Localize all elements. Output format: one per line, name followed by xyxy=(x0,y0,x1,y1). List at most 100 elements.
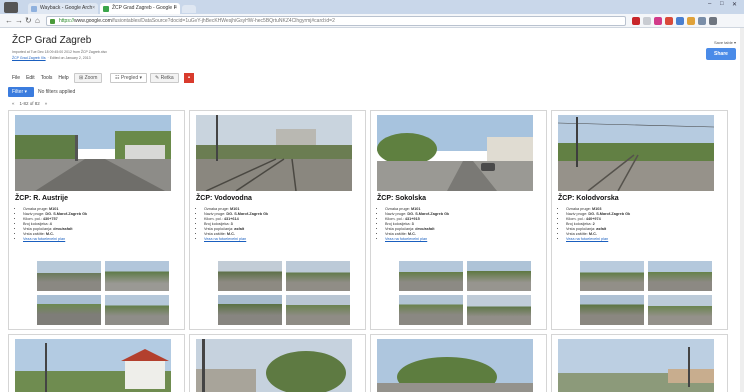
pager: « 1-82 of 82 » xyxy=(12,101,47,106)
thumbnail-photo[interactable] xyxy=(648,261,712,291)
wrench-icon[interactable] xyxy=(709,17,717,25)
import-info: Imported at Tue Dec 18 09:45:00 2012 fro… xyxy=(12,50,107,54)
source-info: ŽCP Grad Zagreb Xls · Edited on January … xyxy=(12,56,91,60)
thumbnail-photo[interactable] xyxy=(37,295,101,325)
thumbnail-photo[interactable] xyxy=(105,261,169,291)
star-icon[interactable] xyxy=(643,17,651,25)
menu-help[interactable]: Help xyxy=(58,75,68,81)
zoom-button[interactable]: ⊞ Zoom xyxy=(74,73,103,83)
reload-icon[interactable]: ↻ xyxy=(25,16,32,26)
thumbnail-photo[interactable] xyxy=(399,261,463,291)
menu-tools[interactable]: Tools xyxy=(41,75,53,81)
new-tab-button[interactable] xyxy=(182,5,196,13)
pager-range: 1-82 of 82 xyxy=(19,101,40,106)
page-title: ŽCP Grad Zagreb xyxy=(12,35,92,46)
browser-toolbar: ← → ↻ ⌂ https://www.google.com/fusiontab… xyxy=(0,14,744,28)
menu-file[interactable]: File xyxy=(12,75,20,81)
view-dropdown[interactable]: ☷ Pregled ▾ xyxy=(110,73,148,83)
card-item[interactable]: ŽCP: Vodovodna Oznaka pruge: M101 Naziv … xyxy=(189,110,366,330)
plan-link-item[interactable]: Veza na fotoelevelni plan xyxy=(385,237,449,242)
card-title: ŽCP: Sokolska xyxy=(377,195,427,202)
pager-next[interactable]: » xyxy=(45,101,48,106)
photo-thumbnails xyxy=(580,261,716,327)
browser-tab-bar: Wayback - Google Arch × ŽCP Grad Zagreb … xyxy=(0,0,744,14)
street-view-photo xyxy=(558,115,714,191)
extension-icon[interactable] xyxy=(632,17,640,25)
card-fields: Oznaka pruge: M101 Naziv pruge: DG. S.Ma… xyxy=(385,207,449,242)
forward-arrow-icon[interactable]: → xyxy=(15,16,23,26)
street-view-photo xyxy=(558,339,714,392)
back-arrow-icon[interactable]: ← xyxy=(5,16,13,26)
photo-thumbnails xyxy=(37,261,173,327)
pager-prev[interactable]: « xyxy=(12,101,15,106)
plan-link-item[interactable]: Veza na fotoelevelni plan xyxy=(204,237,268,242)
menu-bar: File Edit Tools Help xyxy=(12,75,69,81)
tab-fusion-table[interactable]: ŽCP Grad Zagreb - Google F × xyxy=(100,3,180,14)
card-item[interactable]: ŽCP: Sokolska Oznaka pruge: M101 Naziv p… xyxy=(370,110,547,330)
street-view-photo xyxy=(377,115,533,191)
favicon-icon xyxy=(103,6,109,12)
thumbnail-photo[interactable] xyxy=(286,295,350,325)
thumbnail-photo[interactable] xyxy=(218,261,282,291)
thumbnail-photo[interactable] xyxy=(467,295,531,325)
street-view-photo xyxy=(15,115,171,191)
source-link[interactable]: ŽCP Grad Zagreb Xls xyxy=(12,56,46,60)
share-button[interactable]: Share xyxy=(706,48,736,60)
thumbnail-photo[interactable] xyxy=(218,295,282,325)
address-bar[interactable]: https://www.google.com/fusiontables/Data… xyxy=(46,16,626,26)
plan-link-item[interactable]: Veza na fotoelevelni plan xyxy=(566,237,630,242)
thumbnail-photo[interactable] xyxy=(399,295,463,325)
street-view-photo xyxy=(196,115,352,191)
photo-thumbnails xyxy=(218,261,354,327)
card-fields: Oznaka pruge: M101 Naziv pruge: DG. S.Ma… xyxy=(204,207,268,242)
card-fields: Oznaka pruge: M103 Naziv pruge: DG. S.Ma… xyxy=(566,207,630,242)
card-title: ŽCP: Vodovodna xyxy=(196,195,252,202)
thumbnail-photo[interactable] xyxy=(37,261,101,291)
card-item[interactable] xyxy=(370,334,547,392)
thumbnail-photo[interactable] xyxy=(648,295,712,325)
favicon-icon xyxy=(31,6,37,12)
card-grid: ŽCP: R. Austrije Oznaka pruge: M101 Nazi… xyxy=(8,110,738,392)
filter-button[interactable]: Filter ▾ xyxy=(8,87,34,97)
gmail-icon[interactable] xyxy=(665,17,673,25)
home-icon[interactable]: ⌂ xyxy=(35,16,40,26)
page-scrollbar[interactable] xyxy=(740,28,744,392)
extension-icons xyxy=(632,16,717,26)
close-icon[interactable]: × xyxy=(174,3,177,14)
rows-button[interactable]: ✎ Retka xyxy=(150,73,179,83)
extension-icon[interactable] xyxy=(676,17,684,25)
close-window-icon[interactable]: ✕ xyxy=(732,1,737,8)
thumbnail-photo[interactable] xyxy=(286,261,350,291)
card-title: ŽCP: Kolodvorska xyxy=(558,195,619,202)
maximize-icon[interactable]: □ xyxy=(720,1,724,7)
filter-status: No filters applied xyxy=(38,89,76,95)
red-action-button[interactable]: ▪ xyxy=(184,73,194,83)
save-table-link[interactable]: Save table ▾ xyxy=(714,40,736,45)
card-item[interactable] xyxy=(8,334,185,392)
card-item[interactable]: ŽCP: Kolodvorska Oznaka pruge: M103 Nazi… xyxy=(551,110,728,330)
photo-thumbnails xyxy=(399,261,535,327)
street-view-photo xyxy=(196,339,352,392)
plan-link-item[interactable]: Veza na fotoelevelni plan xyxy=(23,237,87,242)
extension-icon[interactable] xyxy=(687,17,695,25)
card-fields: Oznaka pruge: M101 Naziv pruge: DG. S.Ma… xyxy=(23,207,87,242)
tab-wayback[interactable]: Wayback - Google Arch × xyxy=(28,3,98,14)
filter-bar: Filter ▾ No filters applied xyxy=(8,87,744,98)
menu-edit[interactable]: Edit xyxy=(26,75,35,81)
extension-icon[interactable] xyxy=(698,17,706,25)
minimize-icon[interactable]: – xyxy=(708,1,711,7)
street-view-photo xyxy=(377,339,533,392)
thumbnail-photo[interactable] xyxy=(580,261,644,291)
thumbnail-photo[interactable] xyxy=(467,261,531,291)
card-title: ŽCP: R. Austrije xyxy=(15,195,69,202)
extension-icon[interactable] xyxy=(654,17,662,25)
close-icon[interactable]: × xyxy=(92,3,95,14)
thumbnail-photo[interactable] xyxy=(105,295,169,325)
card-item[interactable]: ŽCP: R. Austrije Oznaka pruge: M101 Nazi… xyxy=(8,110,185,330)
lock-icon xyxy=(50,19,55,24)
card-item[interactable] xyxy=(189,334,366,392)
thumbnail-photo[interactable] xyxy=(580,295,644,325)
street-view-photo xyxy=(15,339,171,392)
card-item[interactable] xyxy=(551,334,728,392)
chrome-user-icon[interactable] xyxy=(4,2,18,13)
